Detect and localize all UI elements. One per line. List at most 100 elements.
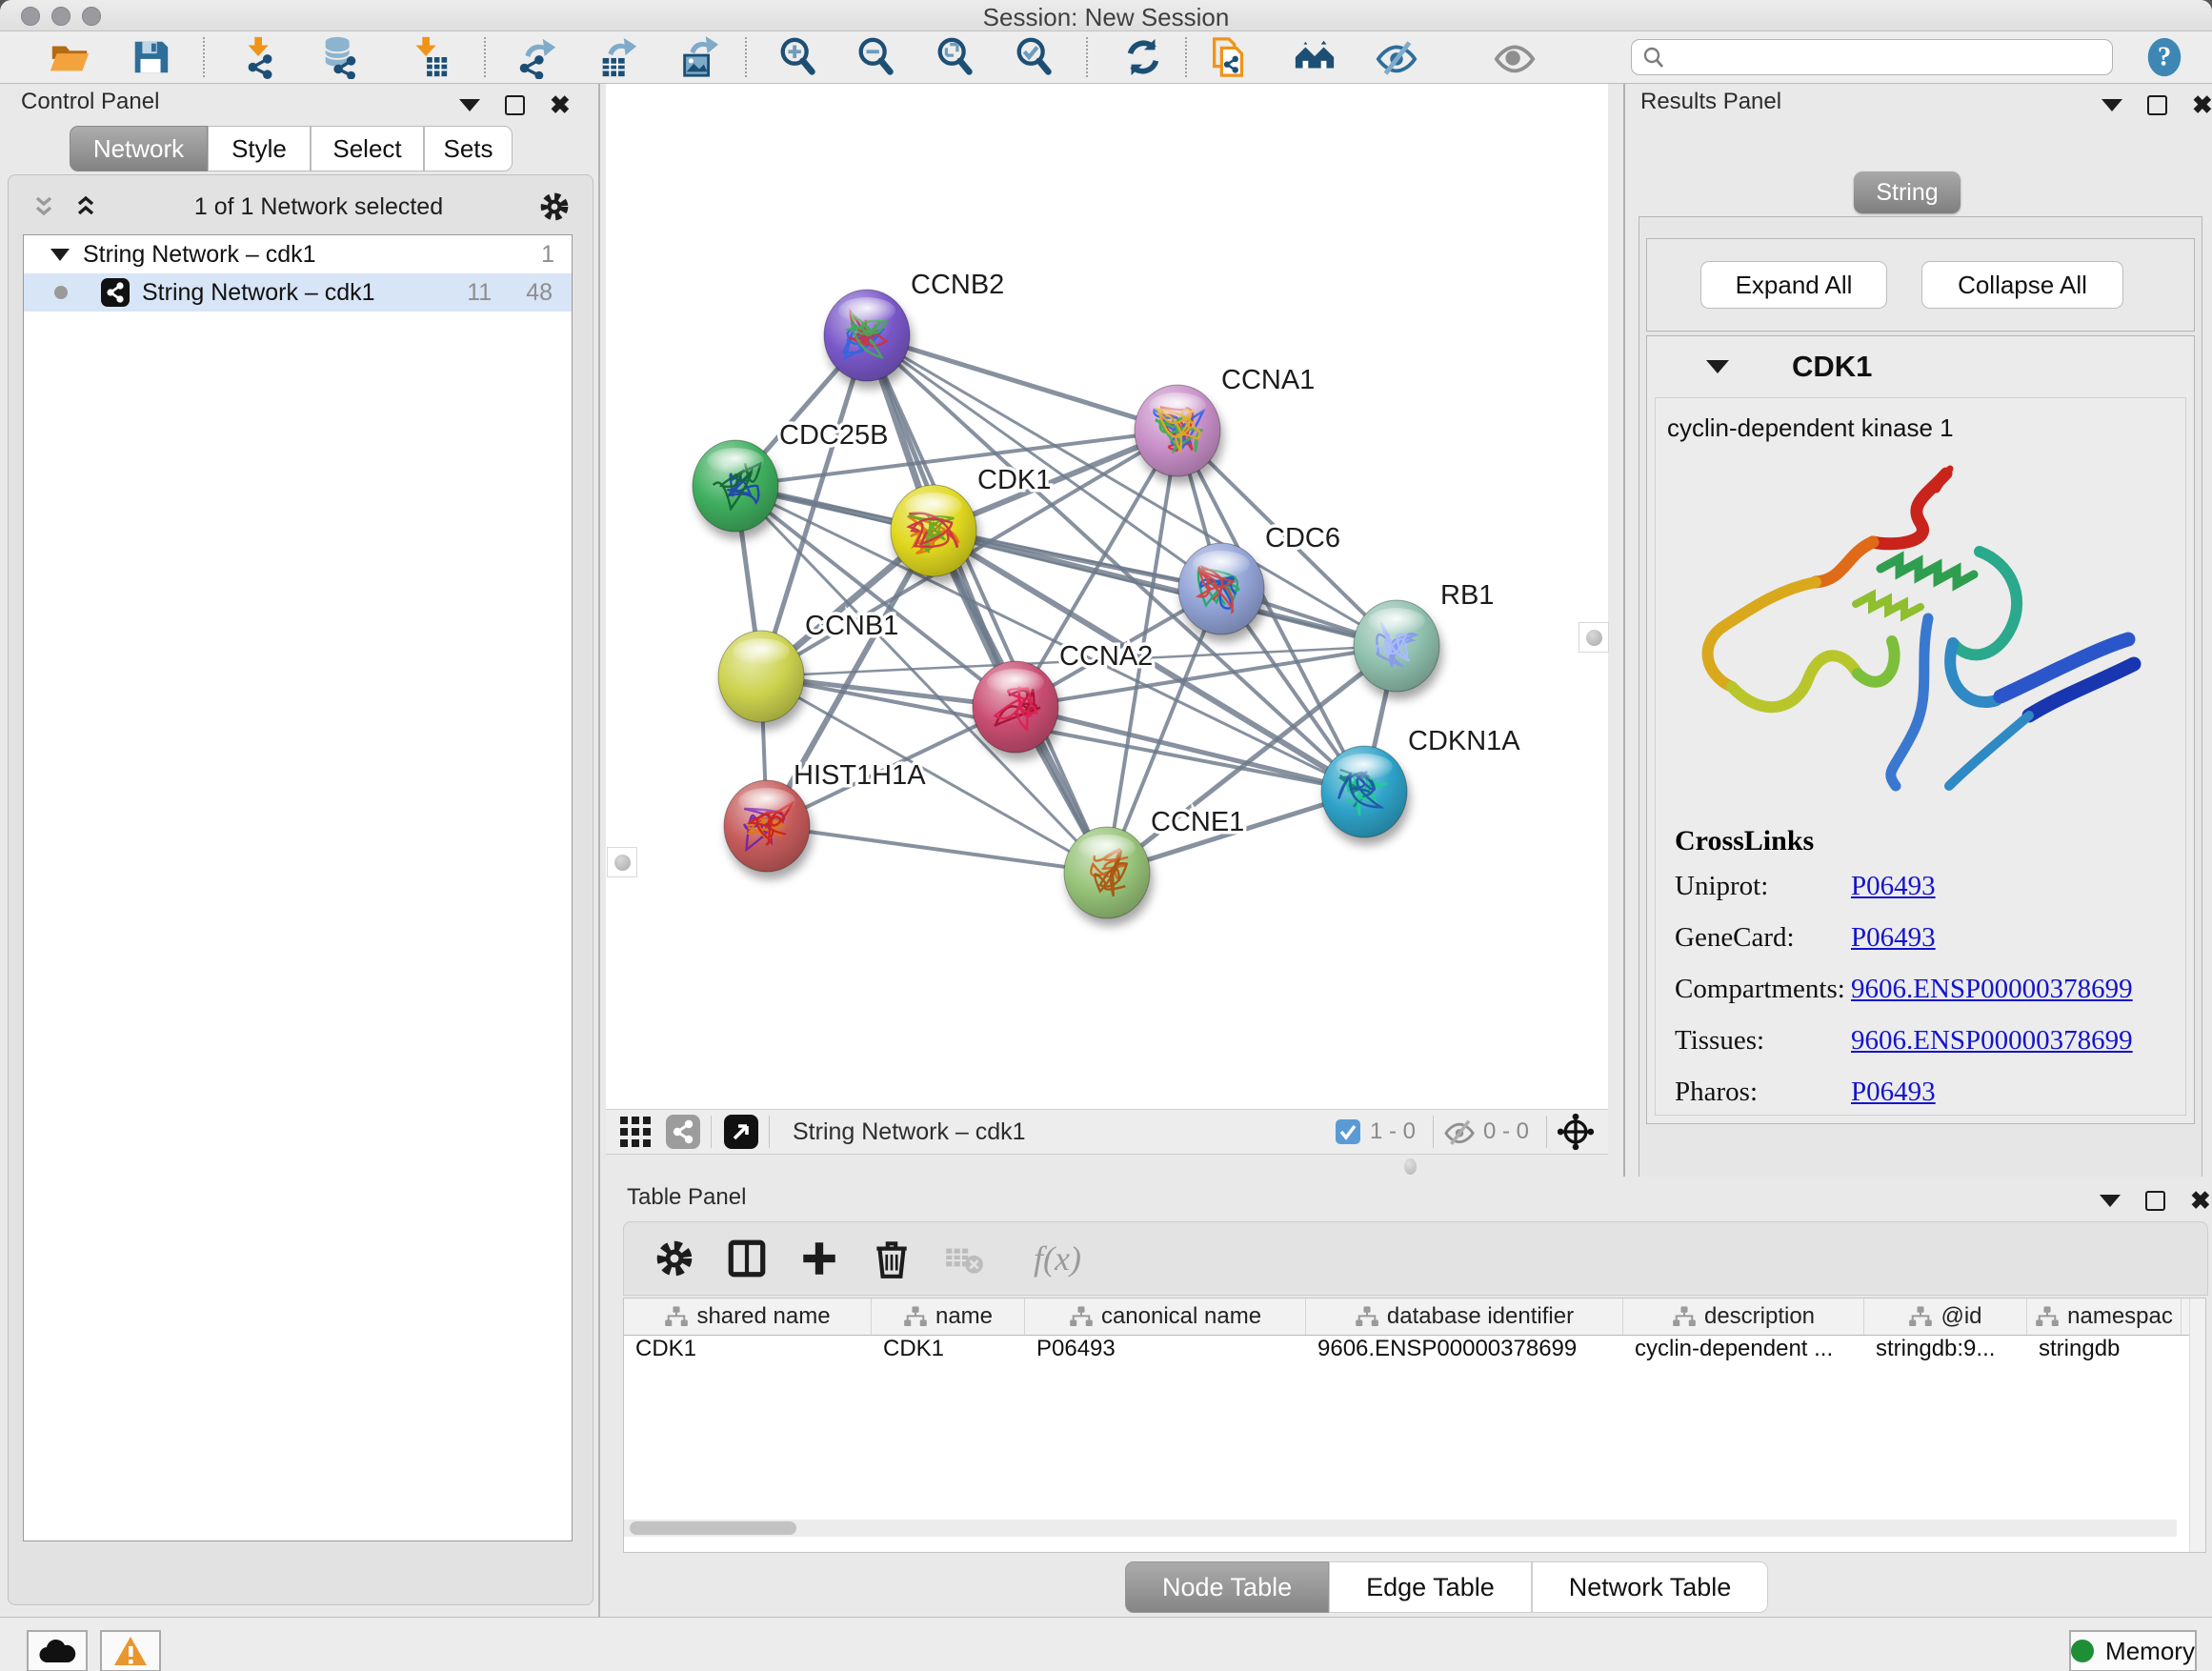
help-button[interactable]: ? <box>2142 35 2187 79</box>
horizontal-scrollbar[interactable] <box>624 1520 2177 1537</box>
collapse-all-button[interactable]: Collapse All <box>1921 261 2123 309</box>
column-header-database-identifier[interactable]: database identifier <box>1306 1299 1623 1335</box>
node-RB1[interactable]: RB1 <box>1354 580 1494 692</box>
zoom-in-button[interactable] <box>772 35 825 79</box>
network-row[interactable]: String Network – cdk1 11 48 <box>24 273 572 312</box>
pan-crosshair-icon[interactable] <box>1557 1113 1595 1151</box>
horizontal-splitter-handle[interactable] <box>1404 1158 1417 1175</box>
node-CCNB1[interactable]: CCNB1 <box>718 611 898 722</box>
table-cell[interactable]: 9606.ENSP00000378699 <box>1306 1336 1623 1368</box>
tab-string[interactable]: String <box>1854 171 1961 213</box>
right-splitter-handle[interactable] <box>1579 622 1609 653</box>
float-panel-icon[interactable] <box>505 95 525 115</box>
warnings-button[interactable] <box>100 1630 161 1671</box>
table-cell[interactable]: P06493 <box>1025 1336 1306 1368</box>
crosslink-link[interactable]: 9606.ENSP00000378699 <box>1851 1025 2133 1057</box>
crosslink-link[interactable]: P06493 <box>1851 1077 1936 1108</box>
tab-sets[interactable]: Sets <box>424 126 513 171</box>
close-panel-icon[interactable]: ✖ <box>550 97 571 113</box>
zoom-fit-button[interactable] <box>929 35 982 79</box>
crosslink-link[interactable]: 9606.ENSP00000378699 <box>1851 974 2133 1005</box>
home-networks-button[interactable] <box>1288 35 1341 79</box>
float-panel-icon[interactable] <box>2145 1191 2165 1211</box>
network-node-count: 11 <box>467 279 492 307</box>
zoom-selected-button[interactable] <box>1008 35 1061 79</box>
node-CCNA1[interactable]: CCNA1 <box>1135 365 1315 476</box>
cloud-status-button[interactable] <box>27 1630 88 1671</box>
clone-network-button[interactable] <box>1202 35 1256 79</box>
float-panel-icon[interactable] <box>2147 95 2167 115</box>
network-share-view-icon[interactable] <box>665 1114 701 1150</box>
network-collection-row[interactable]: String Network – cdk1 1 <box>24 235 572 273</box>
node-CDKN1A[interactable]: CDKN1A <box>1321 726 1520 837</box>
table-cell[interactable]: stringdb:9... <box>1864 1336 2027 1368</box>
hide-graphics-details-button[interactable] <box>1370 35 1423 79</box>
show-birds-eye-button[interactable] <box>1488 35 1541 79</box>
delete-table-icon[interactable] <box>942 1237 986 1280</box>
edge-HIST1H1A-CCNE1[interactable] <box>767 826 1107 873</box>
tab-network[interactable]: Network <box>70 126 208 171</box>
refresh-layout-button[interactable] <box>1116 35 1170 79</box>
column-header--id[interactable]: @id <box>1864 1299 2027 1335</box>
tree-expander-icon[interactable] <box>50 249 70 261</box>
table-cell[interactable]: CDK1 <box>872 1336 1025 1368</box>
detach-view-icon[interactable] <box>723 1114 759 1150</box>
save-session-button[interactable] <box>124 35 177 79</box>
node-HIST1H1A[interactable]: HIST1H1A <box>724 760 926 872</box>
table-settings-gear-icon[interactable] <box>653 1237 696 1280</box>
tab-style[interactable]: Style <box>208 126 311 171</box>
collapse-panel-icon[interactable] <box>459 99 480 111</box>
collapse-panel-icon[interactable] <box>2100 1195 2121 1207</box>
crosslink-link[interactable]: P06493 <box>1851 922 1936 954</box>
edge-CCNB2-CCNA1[interactable] <box>867 335 1177 431</box>
export-table-button[interactable] <box>591 35 644 79</box>
column-header-description[interactable]: description <box>1623 1299 1864 1335</box>
grid-view-icon[interactable] <box>617 1114 654 1150</box>
search-box[interactable] <box>1631 39 2113 75</box>
table-cell[interactable]: stringdb <box>2027 1336 2182 1368</box>
selected-checkbox-icon[interactable] <box>1334 1117 1362 1146</box>
protein-section-header[interactable]: CDK1 <box>1647 336 2194 397</box>
import-network-file-button[interactable] <box>234 35 288 79</box>
network-options-gear-icon[interactable] <box>537 190 572 224</box>
export-network-button[interactable] <box>510 35 563 79</box>
column-header-namespac[interactable]: namespac <box>2027 1299 2182 1335</box>
crosslink-link[interactable]: P06493 <box>1851 871 1936 902</box>
table-row[interactable]: CDK1CDK1P064939606.ENSP00000378699cyclin… <box>624 1336 2205 1368</box>
function-builder-button[interactable]: f(x) <box>1015 1237 1100 1280</box>
tab-select[interactable]: Select <box>311 126 424 171</box>
edge-CCNB2-CCNE1[interactable] <box>867 335 1107 873</box>
import-table-button[interactable] <box>402 35 455 79</box>
close-panel-icon[interactable]: ✖ <box>2190 1193 2211 1209</box>
add-column-icon[interactable] <box>797 1237 841 1280</box>
collapse-all-icon[interactable] <box>30 192 58 221</box>
hidden-eye-slash-icon[interactable] <box>1443 1116 1476 1148</box>
open-session-button[interactable] <box>43 35 96 79</box>
import-network-database-button[interactable] <box>314 35 368 79</box>
toolbar-separator <box>769 1116 770 1148</box>
show-columns-icon[interactable] <box>725 1237 769 1280</box>
tab-node-table[interactable]: Node Table <box>1125 1561 1329 1613</box>
export-image-button[interactable] <box>673 35 726 79</box>
memory-button[interactable]: Memory <box>2069 1630 2197 1671</box>
expand-all-button[interactable]: Expand All <box>1700 261 1887 309</box>
tab-edge-table[interactable]: Edge Table <box>1329 1561 1532 1613</box>
column-header-name[interactable]: name <box>872 1299 1025 1335</box>
network-canvas[interactable]: CCNB2CCNA1CDC25BCDK1CDC6RB1CCNB1CCNA2CDK… <box>606 84 1608 1109</box>
column-header-canonical-name[interactable]: canonical name <box>1025 1299 1306 1335</box>
zoom-out-button[interactable] <box>850 35 903 79</box>
tab-network-table[interactable]: Network Table <box>1532 1561 1769 1613</box>
expand-all-icon[interactable] <box>71 192 100 221</box>
scrollbar-thumb[interactable] <box>630 1521 796 1535</box>
node-CCNE1[interactable]: CCNE1 <box>1064 807 1244 918</box>
left-splitter-handle[interactable] <box>607 847 637 877</box>
search-input[interactable] <box>1666 43 2070 71</box>
column-header-shared-name[interactable]: shared name <box>624 1299 872 1335</box>
delete-column-icon[interactable] <box>870 1237 914 1280</box>
vertical-scrollbar[interactable] <box>2189 1299 2205 1552</box>
section-expander-icon[interactable] <box>1706 360 1729 373</box>
table-cell[interactable]: CDK1 <box>624 1336 872 1368</box>
table-cell[interactable]: cyclin-dependent ... <box>1623 1336 1864 1368</box>
collapse-panel-icon[interactable] <box>2101 99 2122 111</box>
close-panel-icon[interactable]: ✖ <box>2192 97 2212 113</box>
